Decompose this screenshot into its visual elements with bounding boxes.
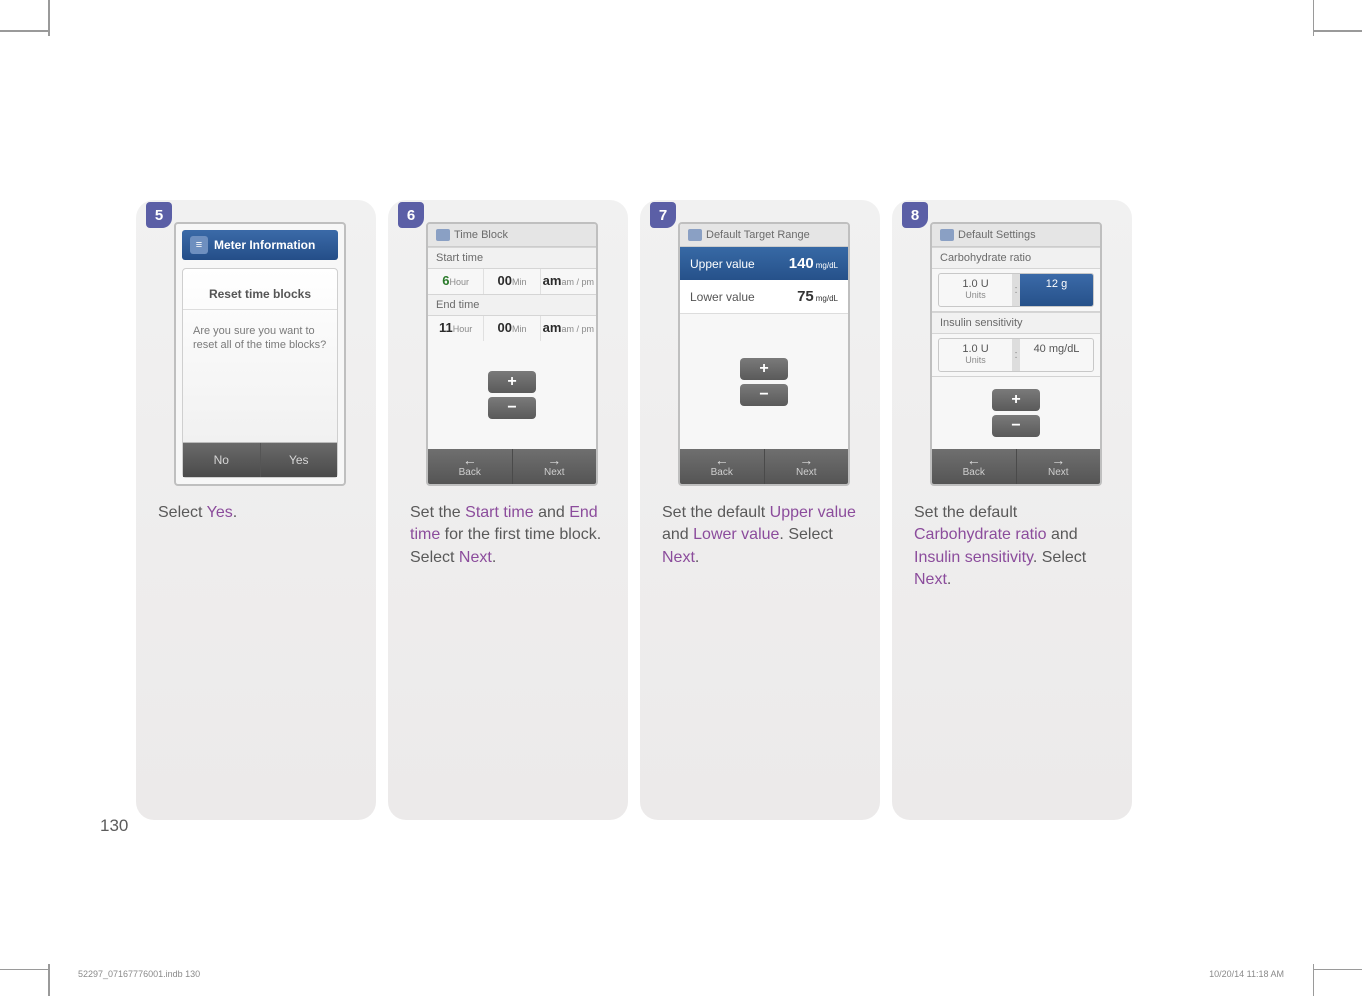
minus-button[interactable]: −	[740, 384, 788, 406]
target-icon	[688, 229, 702, 241]
next-button[interactable]: →Next	[513, 449, 597, 484]
page-number: 130	[100, 816, 128, 836]
manual-page: 5 ≡ Meter Information Reset time blocks …	[0, 0, 1362, 996]
nav-row: ←Back →Next	[428, 449, 596, 484]
plus-minus-area: + −	[680, 314, 848, 449]
insulin-sens-row[interactable]: 1.0 UUnits : 40 mg/dL	[938, 338, 1094, 372]
steps-row: 5 ≡ Meter Information Reset time blocks …	[136, 200, 1132, 820]
back-button[interactable]: ←Back	[680, 449, 765, 484]
plus-button[interactable]: +	[740, 358, 788, 380]
step-card-5: 5 ≡ Meter Information Reset time blocks …	[136, 200, 376, 820]
back-button[interactable]: ←Back	[932, 449, 1017, 484]
crop-mark	[1314, 30, 1362, 32]
crop-mark	[0, 30, 48, 32]
end-time-label: End time	[428, 294, 596, 316]
footer-file: 52297_07167776001.indb 130	[78, 969, 200, 979]
no-button[interactable]: No	[183, 443, 261, 477]
next-button[interactable]: →Next	[765, 449, 849, 484]
upper-value-row[interactable]: Upper value 140mg/dL	[680, 247, 848, 280]
device-screen-8: Default Settings Carbohydrate ratio 1.0 …	[930, 222, 1102, 486]
insulin-sens-label: Insulin sensitivity	[932, 312, 1100, 334]
timeblock-icon	[436, 229, 450, 241]
screen-title: Default Target Range	[680, 224, 848, 247]
crop-mark	[1314, 969, 1362, 971]
plus-button[interactable]: +	[992, 389, 1040, 411]
print-footer: 52297_07167776001.indb 130 10/20/14 11:1…	[78, 969, 1284, 979]
lower-value-row[interactable]: Lower value 75mg/dL	[680, 280, 848, 314]
step-caption: Set the default Upper value and Lower va…	[662, 502, 866, 569]
carb-ratio-row[interactable]: 1.0 UUnits : 12 g	[938, 273, 1094, 307]
step-badge: 7	[650, 202, 676, 228]
step-caption: Set the Start time and End time for the …	[410, 502, 614, 569]
step-badge: 6	[398, 202, 424, 228]
carb-section: Carbohydrate ratio 1.0 UUnits : 12 g	[932, 247, 1100, 312]
plus-button[interactable]: +	[488, 371, 536, 393]
minus-button[interactable]: −	[488, 397, 536, 419]
ratio-colon-icon: :	[1012, 339, 1020, 371]
plus-minus-area: + −	[932, 377, 1100, 449]
insulin-section: Insulin sensitivity 1.0 UUnits : 40 mg/d…	[932, 312, 1100, 377]
minus-button[interactable]: −	[992, 415, 1040, 437]
ratio-colon-icon: :	[1012, 274, 1020, 306]
settings-icon	[940, 229, 954, 241]
crop-mark	[48, 0, 50, 36]
start-time-label: Start time	[428, 247, 596, 269]
step-card-8: 8 Default Settings Carbohydrate ratio 1.…	[892, 200, 1132, 820]
next-button[interactable]: →Next	[1017, 449, 1101, 484]
device-screen-7: Default Target Range Upper value 140mg/d…	[678, 222, 850, 486]
start-time-row[interactable]: 6Hour 00Min amam / pm	[428, 269, 596, 294]
dialog-buttons: No Yes	[183, 442, 337, 477]
dialog-title: Reset time blocks	[183, 269, 337, 310]
lower-value-label: Lower value	[690, 290, 755, 304]
dialog-message: Are you sure you want to reset all of th…	[183, 310, 337, 367]
step-caption: Select Yes.	[158, 502, 362, 524]
dialog-body: Reset time blocks Are you sure you want …	[182, 268, 338, 478]
screen-header: ≡ Meter Information	[182, 230, 338, 260]
step-caption: Set the default Carbohydrate ratio and I…	[914, 502, 1118, 592]
step-badge: 5	[146, 202, 172, 228]
meter-icon: ≡	[190, 236, 208, 254]
footer-date: 10/20/14 11:18 AM	[1209, 969, 1284, 979]
plus-minus-area: + −	[428, 341, 596, 449]
screen-title: Default Settings	[932, 224, 1100, 247]
yes-button[interactable]: Yes	[261, 443, 338, 477]
upper-value-label: Upper value	[690, 257, 755, 271]
step-card-7: 7 Default Target Range Upper value 140mg…	[640, 200, 880, 820]
crop-mark	[0, 969, 48, 971]
step-badge: 8	[902, 202, 928, 228]
step-card-6: 6 Time Block Start time 6Hour 00Min amam…	[388, 200, 628, 820]
nav-row: ←Back →Next	[680, 449, 848, 484]
screen-title: Time Block	[428, 224, 596, 247]
crop-mark	[48, 964, 50, 996]
device-screen-5: ≡ Meter Information Reset time blocks Ar…	[174, 222, 346, 486]
end-time-row[interactable]: 11Hour 00Min amam / pm	[428, 316, 596, 341]
header-title: Meter Information	[214, 238, 315, 252]
nav-row: ←Back →Next	[932, 449, 1100, 484]
carb-ratio-label: Carbohydrate ratio	[932, 247, 1100, 269]
device-screen-6: Time Block Start time 6Hour 00Min amam /…	[426, 222, 598, 486]
back-button[interactable]: ←Back	[428, 449, 513, 484]
